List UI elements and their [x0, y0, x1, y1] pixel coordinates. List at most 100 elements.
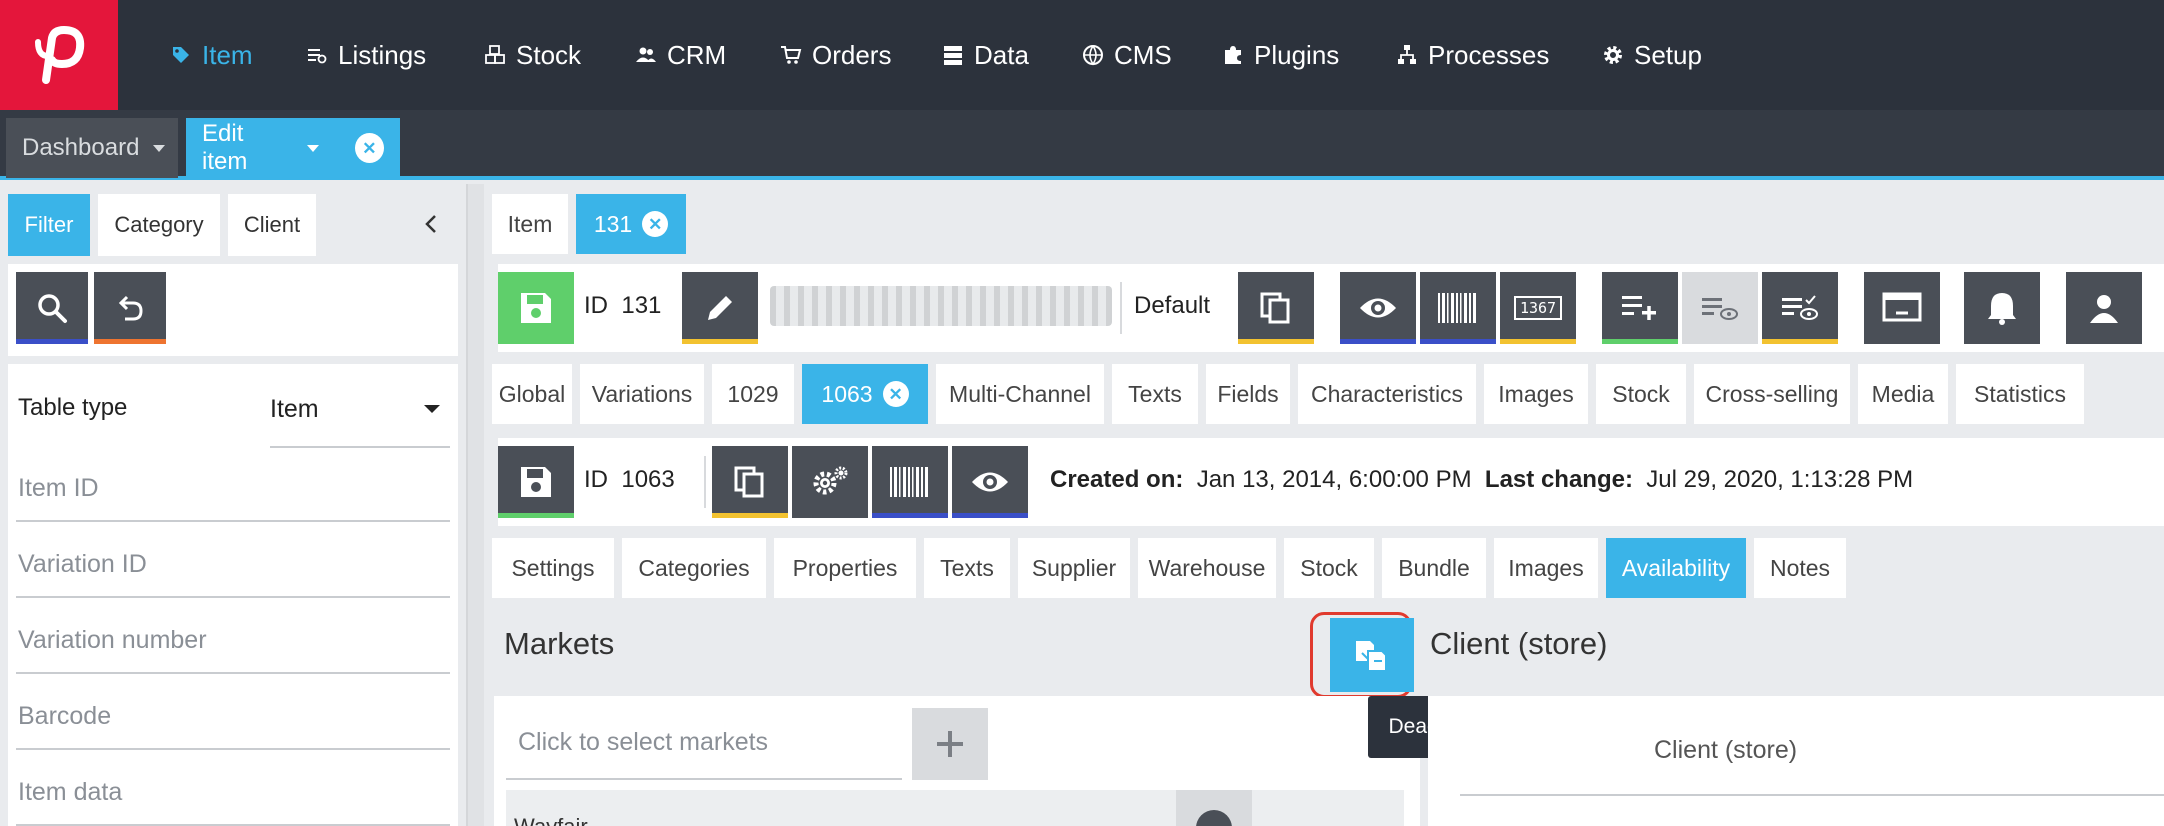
tab-texts[interactable]: Texts [924, 538, 1010, 598]
tab-cross-selling[interactable]: Cross-selling [1694, 364, 1850, 424]
collapse-panel-button[interactable] [416, 204, 446, 244]
barcode-button[interactable] [1420, 272, 1496, 344]
copy-item-button[interactable] [1238, 272, 1314, 344]
tab-label: 1063 [821, 380, 873, 407]
nav-item-label: Data [974, 39, 1029, 70]
edit-item-name-button[interactable] [682, 272, 758, 344]
tab-label: Fields [1217, 380, 1279, 407]
tab-item[interactable]: Item [492, 194, 568, 254]
add-market-button[interactable] [912, 708, 988, 780]
market-row-name: Wayfair [514, 814, 588, 826]
tab-properties[interactable]: Properties [774, 538, 916, 598]
save-variation-button[interactable] [498, 446, 574, 518]
tab-item-131-label: 131 [593, 210, 633, 237]
tab-filter-label: Filter [24, 212, 74, 237]
tab-client[interactable]: Client [228, 194, 316, 256]
nav-item[interactable]: Plugins [1222, 0, 1339, 110]
close-icon[interactable]: ✕ [642, 211, 669, 237]
last-change-value: Jul 29, 2020, 1:13:28 PM [1646, 466, 1914, 493]
nav-item[interactable]: Setup [1602, 0, 1702, 110]
tab-characteristics[interactable]: Characteristics [1298, 364, 1476, 424]
variation-barcode-button[interactable] [872, 446, 948, 518]
save-icon [521, 467, 551, 497]
panel-divider[interactable] [466, 184, 484, 826]
nav-item[interactable]: Item [170, 0, 253, 110]
tab-dashboard[interactable]: Dashboard [6, 118, 178, 178]
tab-item-131[interactable]: 131 ✕ [576, 194, 686, 254]
close-icon[interactable]: ✕ [354, 133, 384, 163]
puzzle-icon [1225, 46, 1241, 64]
item-data-field[interactable]: Item data [18, 778, 122, 807]
tab-multi-channel[interactable]: Multi-Channel [936, 364, 1104, 424]
tab-categories[interactable]: Categories [622, 538, 766, 598]
tab-edit-item[interactable]: Edit item ✕ [186, 118, 400, 178]
tab-variation-1029[interactable]: 1029 [712, 364, 794, 424]
created-info: Created on: Jan 13, 2014, 6:00:00 PM Las… [1050, 466, 1913, 494]
close-icon[interactable]: ✕ [882, 381, 909, 407]
list-view-check-button[interactable] [1762, 272, 1838, 344]
variation-id-field[interactable]: Variation ID [18, 550, 147, 579]
notifications-button[interactable] [1964, 272, 2040, 344]
tab-warehouse[interactable]: Warehouse [1138, 538, 1276, 598]
tab-variations[interactable]: Variations [580, 364, 704, 424]
gears-icon [813, 466, 848, 495]
copy-icon [1260, 292, 1290, 324]
nav-item[interactable]: CRM [635, 0, 726, 110]
tab-category[interactable]: Category [98, 194, 220, 256]
tab-images[interactable]: Images [1494, 538, 1598, 598]
chevron-down-icon [306, 144, 319, 152]
variation-number-field[interactable]: Variation number [18, 626, 207, 655]
search-button[interactable] [16, 272, 88, 344]
tab-notes[interactable]: Notes [1754, 538, 1846, 598]
tab-media[interactable]: Media [1858, 364, 1948, 424]
variation-preview-button[interactable] [952, 446, 1028, 518]
nav-item[interactable]: Processes [1396, 0, 1549, 110]
tab-global[interactable]: Global [492, 364, 572, 424]
nav-item[interactable]: CMS [1082, 0, 1172, 110]
tab-label: Cross-selling [1705, 380, 1839, 407]
list-add-icon [1622, 296, 1656, 320]
preview-button[interactable] [1340, 272, 1416, 344]
variation-settings-button[interactable] [792, 446, 868, 518]
variation-id-display: ID 1063 [584, 466, 675, 494]
view-list-button[interactable] [1682, 272, 1758, 344]
add-variation-button[interactable] [1602, 272, 1678, 344]
table-type-select[interactable]: Item [270, 384, 450, 434]
tab-filter[interactable]: Filter [8, 194, 90, 256]
reset-button[interactable] [94, 272, 166, 344]
tab-availability[interactable]: Availability [1606, 538, 1746, 598]
barcode-field[interactable]: Barcode [18, 702, 111, 731]
copy-icon [734, 466, 764, 498]
item-id-field[interactable]: Item ID [18, 474, 99, 503]
tab-statistics[interactable]: Statistics [1956, 364, 2084, 424]
tab-variation-1063[interactable]: 1063 ✕ [802, 364, 928, 424]
gear-icon [1604, 46, 1622, 64]
tab-stock[interactable]: Stock [1284, 538, 1374, 598]
nav-item[interactable]: Listings [306, 0, 426, 110]
tab-label: Warehouse [1148, 554, 1266, 581]
color-bar [16, 339, 88, 344]
market-row-action[interactable] [1176, 790, 1252, 826]
nav-item[interactable]: Data [942, 0, 1029, 110]
barcode-count-button[interactable]: 1367 [1500, 272, 1576, 344]
color-bar [1762, 339, 1838, 344]
undo-icon [118, 295, 143, 321]
tab-supplier[interactable]: Supplier [1018, 538, 1130, 598]
save-item-button[interactable] [498, 272, 574, 344]
tab-settings[interactable]: Settings [492, 538, 614, 598]
deactivate-inheritance-button[interactable] [1330, 618, 1414, 692]
tab-images[interactable]: Images [1484, 364, 1588, 424]
tab-item-label: Item [507, 210, 553, 237]
processes-icon [1398, 45, 1416, 64]
copy-variation-button[interactable] [712, 446, 788, 518]
markets-select-input[interactable]: Click to select markets [518, 728, 768, 757]
user-button[interactable] [2066, 272, 2142, 344]
tab-stock[interactable]: Stock [1596, 364, 1686, 424]
open-shop-button[interactable] [1864, 272, 1940, 344]
nav-item[interactable]: Orders [780, 0, 891, 110]
tab-bundle[interactable]: Bundle [1382, 538, 1486, 598]
nav-item[interactable]: Stock [484, 0, 581, 110]
tab-texts[interactable]: Texts [1112, 364, 1198, 424]
tab-fields[interactable]: Fields [1206, 364, 1290, 424]
plenty-logo[interactable] [0, 0, 118, 110]
